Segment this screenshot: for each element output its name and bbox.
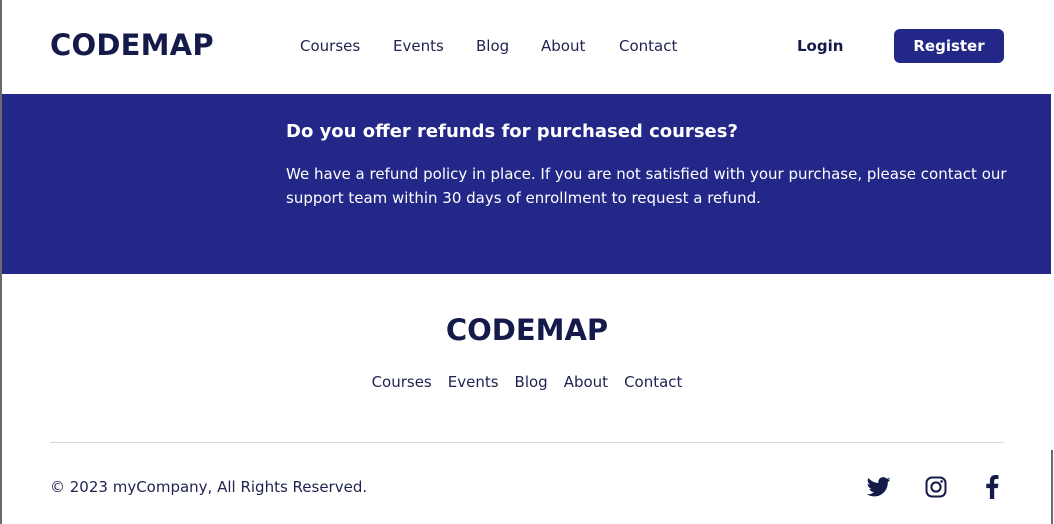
copyright-text: © 2023 myCompany, All Rights Reserved.: [50, 478, 368, 496]
footer-link-events[interactable]: Events: [448, 372, 499, 392]
footer-divider: [50, 442, 1004, 443]
footer-link-contact[interactable]: Contact: [624, 372, 682, 392]
twitter-icon[interactable]: [866, 474, 892, 500]
faq-question: Do you offer refunds for purchased cours…: [286, 121, 738, 142]
nav-link-about[interactable]: About: [541, 36, 585, 56]
nav-link-blog[interactable]: Blog: [476, 36, 509, 56]
footer-link-blog[interactable]: Blog: [515, 372, 548, 392]
site-header: CODEMAP Courses Events Blog About Contac…: [0, 0, 1054, 94]
nav-link-contact[interactable]: Contact: [619, 36, 677, 56]
footer-link-courses[interactable]: Courses: [372, 372, 432, 392]
footer-link-about[interactable]: About: [564, 372, 608, 392]
footer-logo[interactable]: CODEMAP: [0, 312, 1054, 348]
login-link[interactable]: Login: [797, 36, 843, 56]
faq-section: Do you offer refunds for purchased cours…: [2, 94, 1051, 274]
footer-nav: Courses Events Blog About Contact: [0, 372, 1054, 392]
nav-link-courses[interactable]: Courses: [300, 36, 360, 56]
register-button[interactable]: Register: [894, 29, 1004, 63]
scrollbar-edge: [1051, 450, 1053, 524]
instagram-icon[interactable]: [923, 474, 949, 500]
site-logo[interactable]: CODEMAP: [50, 27, 214, 63]
nav-link-events[interactable]: Events: [393, 36, 444, 56]
facebook-icon[interactable]: [979, 474, 1005, 500]
faq-answer: We have a refund policy in place. If you…: [286, 165, 1007, 207]
